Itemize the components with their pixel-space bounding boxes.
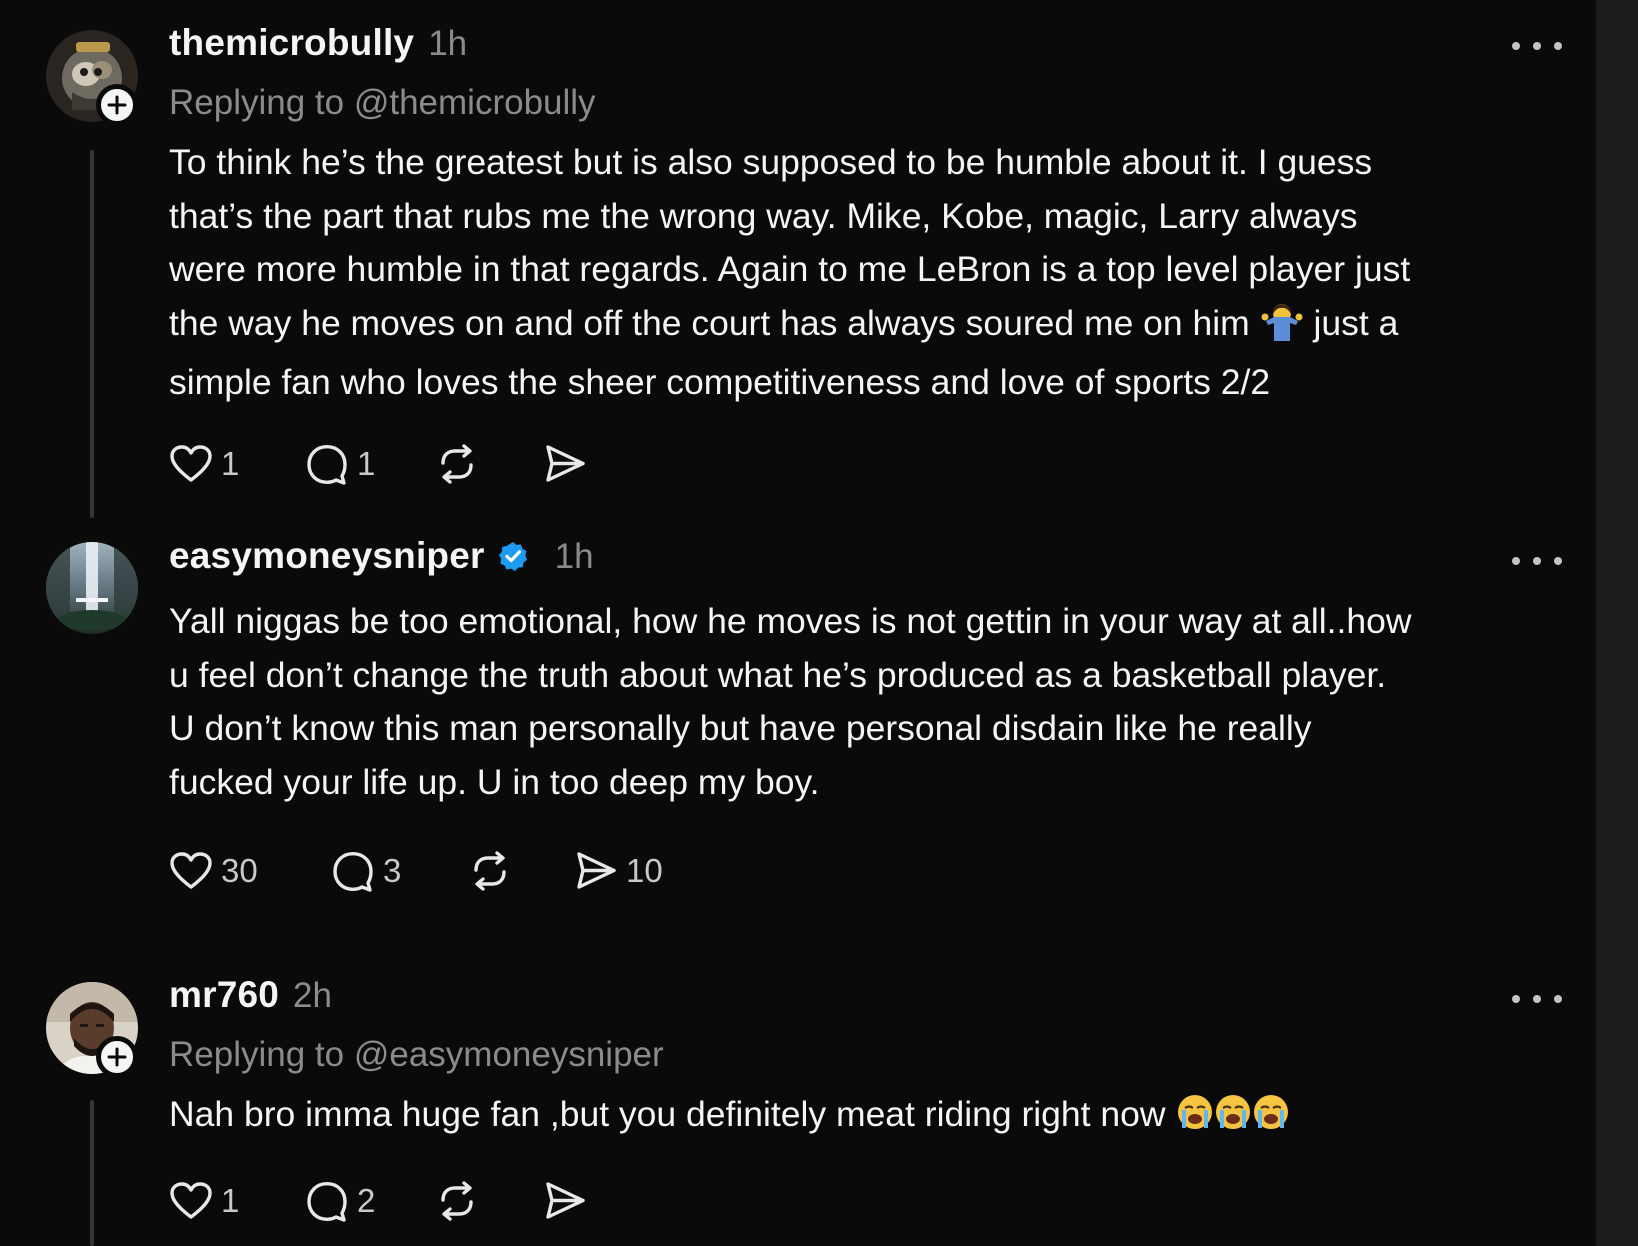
comment-icon — [333, 852, 373, 892]
like-button[interactable]: 1 — [169, 444, 305, 484]
more-options-button[interactable] — [1512, 989, 1562, 1009]
plus-icon — [107, 95, 127, 115]
like-count: 1 — [221, 445, 240, 482]
post-time: 1h — [428, 24, 468, 63]
like-count: 1 — [221, 1182, 240, 1219]
share-button[interactable]: 10 — [574, 850, 663, 892]
share-button[interactable] — [543, 1180, 587, 1222]
plus-icon — [107, 1047, 127, 1067]
reply-button[interactable]: 2 — [305, 1180, 435, 1222]
like-button[interactable]: 30 — [169, 851, 331, 891]
post-text: Nah bro imma huge fan ,but you definitel… — [169, 1088, 1569, 1148]
heart-icon — [170, 445, 212, 482]
reply-count: 2 — [357, 1182, 376, 1219]
repost-icon — [474, 851, 506, 891]
post-header: mr760 2h — [169, 974, 332, 1016]
heart-icon — [170, 852, 212, 889]
more-dots-icon — [1512, 995, 1520, 1003]
post-text: Yall niggas be too emotional, how he mov… — [169, 601, 1412, 802]
threads-reply-list: themicrobully 1h Replying to @themicrobu… — [0, 0, 1596, 1246]
username[interactable]: mr760 — [169, 974, 279, 1016]
follow-button[interactable] — [96, 84, 138, 126]
right-edge-panel — [1596, 0, 1638, 1246]
send-icon — [546, 445, 585, 482]
loudly-crying-face-emoji — [1175, 1092, 1291, 1148]
post-header: themicrobully 1h — [169, 22, 467, 64]
repost-button[interactable] — [435, 444, 543, 484]
post-header: easymoneysniper 1h — [169, 535, 594, 577]
man-shrugging-emoji — [1260, 301, 1304, 357]
repost-button[interactable] — [468, 851, 574, 891]
heart-icon — [170, 1182, 212, 1219]
post-actions: 1 2 — [169, 1180, 587, 1222]
send-icon — [577, 852, 616, 889]
share-button[interactable] — [543, 443, 587, 485]
comment-icon — [307, 1182, 347, 1222]
share-count: 10 — [626, 852, 663, 889]
post-actions: 1 1 — [169, 443, 587, 485]
post-actions: 30 3 10 — [169, 850, 663, 892]
reply-count: 3 — [383, 852, 402, 889]
comment-icon — [307, 445, 347, 485]
avatar-easymoneysniper[interactable] — [46, 542, 138, 634]
reply-button[interactable]: 3 — [331, 850, 468, 892]
like-count: 30 — [221, 852, 258, 889]
reply-count: 1 — [357, 445, 376, 482]
post-time: 2h — [293, 976, 332, 1015]
more-dots-icon — [1512, 557, 1520, 565]
thread-connector-line — [90, 1100, 94, 1246]
repost-icon — [441, 444, 473, 484]
verified-badge-icon — [498, 542, 527, 571]
username[interactable]: themicrobully — [169, 22, 414, 64]
follow-button[interactable] — [96, 1036, 138, 1078]
username[interactable]: easymoneysniper — [169, 535, 485, 577]
post-text-main: To think he’s the greatest but is also s… — [169, 142, 1411, 343]
more-options-button[interactable] — [1512, 36, 1562, 56]
send-icon — [546, 1182, 585, 1219]
replying-to-label[interactable]: Replying to @easymoneysniper — [169, 1035, 664, 1075]
repost-icon — [441, 1181, 473, 1221]
post-time: 1h — [554, 537, 594, 576]
replying-to-label[interactable]: Replying to @themicrobully — [169, 83, 596, 123]
repost-button[interactable] — [435, 1181, 543, 1221]
reply-button[interactable]: 1 — [305, 443, 435, 485]
post-text-main: Nah bro imma huge fan ,but you definitel… — [169, 1094, 1176, 1134]
thread-connector-line — [90, 150, 94, 518]
more-options-button[interactable] — [1512, 551, 1562, 571]
post-text: To think he’s the greatest but is also s… — [169, 136, 1569, 410]
like-button[interactable]: 1 — [169, 1181, 305, 1221]
more-dots-icon — [1512, 42, 1520, 50]
